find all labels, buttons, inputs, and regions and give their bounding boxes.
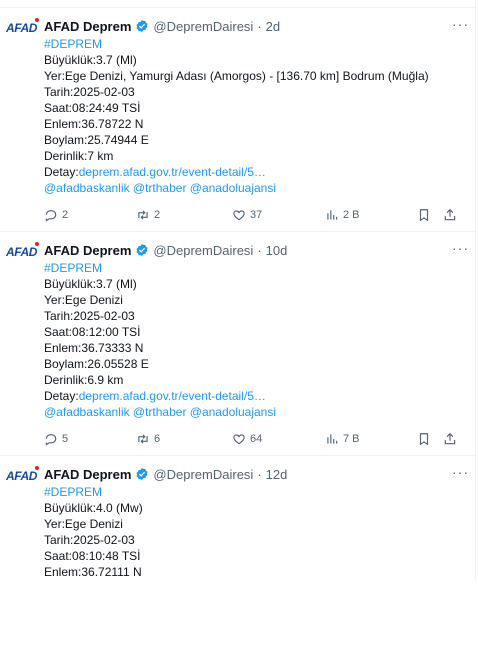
tweet-card[interactable]: AFAD ··· AFAD Deprem @DepremDairesi · 2d…	[0, 7, 475, 232]
retweet-icon	[138, 434, 148, 444]
like-count: 37	[250, 209, 263, 221]
avatar[interactable]: AFAD	[6, 242, 40, 263]
bookmark-icon	[419, 209, 429, 222]
share-button[interactable]	[443, 207, 457, 223]
tweet-body: AFAD Deprem @DepremDairesi · 12d #DEPREM…	[44, 464, 461, 580]
avatar[interactable]: AFAD	[6, 466, 40, 487]
tweet-body: AFAD Deprem @DepremDairesi · 2d #DEPREM …	[44, 16, 461, 196]
reply-button[interactable]: 5	[44, 431, 68, 447]
reply-button[interactable]: 2	[44, 207, 68, 223]
retweet-count: 6	[154, 433, 161, 445]
bookmark-icon	[419, 433, 429, 446]
tweet-card[interactable]: AFAD ··· AFAD Deprem @DepremDairesi · 12…	[0, 456, 475, 656]
mentions-links[interactable]: @afadbaskanlik @trthaber @anadoluajansi	[44, 180, 461, 196]
bookmark-button[interactable]	[417, 431, 431, 447]
tweet-text-line: Saat:08:10:48 TSİ	[44, 549, 141, 563]
reply-bubble-icon	[45, 434, 57, 446]
tweet-header: AFAD Deprem @DepremDairesi · 10d	[44, 240, 461, 260]
like-button[interactable]: 64	[232, 431, 262, 447]
share-button[interactable]	[443, 431, 457, 447]
verified-badge-icon	[136, 19, 148, 33]
retweet-count: 2	[154, 209, 161, 221]
hashtag-link[interactable]: #DEPREM	[44, 484, 461, 500]
tweet-text-line: Boylam:25.74944 E	[44, 133, 149, 147]
tweet-text-line: Büyüklük:4.0 (Mw)	[44, 501, 143, 515]
tweet-timestamp[interactable]: 2d	[266, 19, 280, 34]
detail-link[interactable]: deprem.afad.gov.tr/event-detail/5…	[79, 165, 266, 179]
heart-icon	[233, 434, 245, 445]
tweet-text-line: Enlem:36.72111 N	[44, 565, 142, 579]
hashtag-link[interactable]: #DEPREM	[44, 260, 461, 276]
reply-count: 5	[62, 433, 69, 445]
verified-badge-icon	[136, 243, 148, 257]
tweet-text-line: Yer:Ege Denizi	[44, 293, 123, 307]
views-button[interactable]: 7 B	[325, 431, 360, 447]
retweet-icon	[138, 210, 148, 220]
avatar-logo-text: AFAD	[6, 245, 38, 259]
tweet-text-line: Saat:08:24:49 TSİ	[44, 101, 141, 115]
tweet-text-line: Tarih:2025-02-03	[44, 533, 135, 547]
tweet-header: AFAD Deprem @DepremDairesi · 12d	[44, 464, 461, 484]
views-bar-chart-icon	[327, 210, 338, 220]
tweet-text-line: Enlem:36.78722 N	[44, 117, 144, 131]
tweet-timestamp[interactable]: 10d	[266, 243, 288, 258]
views-button[interactable]: 2 B	[325, 207, 360, 223]
reply-bubble-icon	[45, 210, 57, 222]
author-handle[interactable]: @DepremDairesi	[153, 243, 253, 258]
retweet-button[interactable]: 2	[136, 207, 160, 223]
detail-link[interactable]: deprem.afad.gov.tr/event-detail/5…	[79, 389, 266, 403]
hashtag-link[interactable]: #DEPREM	[44, 36, 461, 52]
detail-label: Detay:	[44, 389, 79, 403]
separator-dot: ·	[257, 242, 262, 258]
heart-icon	[233, 210, 245, 221]
tweet-text-line: Tarih:2025-02-03	[44, 85, 135, 99]
tweet-actions: 2 2 37 2 B	[44, 207, 462, 223]
like-button[interactable]: 37	[232, 207, 262, 223]
avatar-logo-text: AFAD	[6, 469, 38, 483]
detail-line: Detay:deprem.afad.gov.tr/event-detail/5…	[44, 388, 461, 404]
retweet-button[interactable]: 6	[136, 431, 160, 447]
tweet-text-line: Derinlik:7 km	[44, 149, 114, 163]
bookmark-button[interactable]	[417, 207, 431, 223]
share-icon	[444, 208, 456, 221]
author-name[interactable]: AFAD Deprem	[44, 19, 131, 34]
tweet-header: AFAD Deprem @DepremDairesi · 2d	[44, 16, 461, 36]
reply-count: 2	[62, 209, 69, 221]
detail-label: Detay:	[44, 165, 79, 179]
views-count: 2 B	[343, 209, 360, 221]
logo-dot	[35, 466, 39, 470]
tweet-text-line: Yer:Ege Denizi	[44, 517, 123, 531]
logo-dot	[35, 242, 39, 246]
separator-dot: ·	[257, 18, 262, 34]
tweet-text-line: Enlem:36.73333 N	[44, 341, 144, 355]
tweet-text-line: Derinlik:6.9 km	[44, 373, 124, 387]
tweet-actions: 5 6 64 7 B	[44, 431, 462, 447]
tweet-text-line: Saat:08:12:00 TSİ	[44, 325, 141, 339]
views-count: 7 B	[343, 433, 360, 445]
author-name[interactable]: AFAD Deprem	[44, 467, 131, 482]
tweet-text-line: Büyüklük:3.7 (Ml)	[44, 53, 137, 67]
logo-dot	[35, 18, 39, 22]
tweet-body: AFAD Deprem @DepremDairesi · 10d #DEPREM…	[44, 240, 461, 420]
share-icon	[444, 432, 456, 445]
timeline-border	[475, 0, 476, 581]
like-count: 64	[250, 433, 263, 445]
avatar-logo-text: AFAD	[6, 21, 38, 35]
avatar[interactable]: AFAD	[6, 18, 40, 39]
detail-line: Detay:deprem.afad.gov.tr/event-detail/5…	[44, 164, 461, 180]
tweet-text-line: Yer:Ege Denizi, Yamurgi Adası (Amorgos) …	[44, 69, 429, 83]
tweet-text-line: Büyüklük:3.7 (Ml)	[44, 277, 137, 291]
author-handle[interactable]: @DepremDairesi	[153, 467, 253, 482]
tweet-timestamp[interactable]: 12d	[266, 467, 288, 482]
separator-dot: ·	[257, 466, 262, 482]
author-handle[interactable]: @DepremDairesi	[153, 19, 253, 34]
mentions-links[interactable]: @afadbaskanlik @trthaber @anadoluajansi	[44, 404, 461, 420]
author-name[interactable]: AFAD Deprem	[44, 243, 131, 258]
tweet-text-line: Boylam:26.05528 E	[44, 357, 149, 371]
views-bar-chart-icon	[327, 434, 338, 444]
tweet-text-line: Tarih:2025-02-03	[44, 309, 135, 323]
verified-badge-icon	[136, 467, 148, 481]
tweet-feed: AFAD · · · AFAD Deprem @DepremDairesi · 2d…	[0, 0, 475, 656]
tweet-card[interactable]: AFAD ··· AFAD Deprem @DepremDairesi · 10…	[0, 232, 475, 456]
